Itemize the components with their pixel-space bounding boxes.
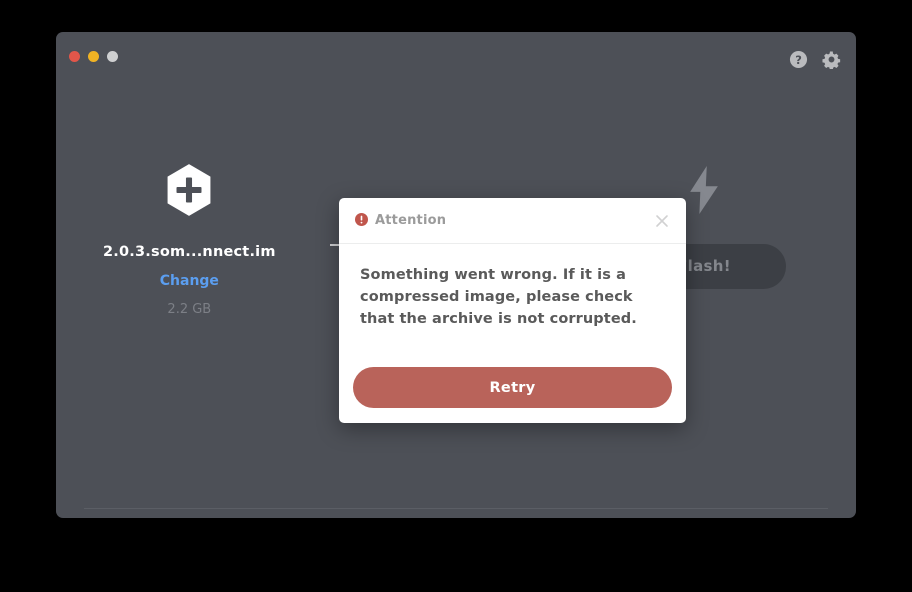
selected-image-name: 2.0.3.som...nnect.im xyxy=(103,244,276,260)
image-size-label: 2.2 GB xyxy=(167,302,212,317)
titlebar-actions: ? xyxy=(789,50,841,70)
footer-divider xyxy=(84,508,828,509)
dialog-title: Attention xyxy=(375,213,447,228)
etcher-app-window: ? 2.0.3.som...nnect.im Change 2.2 GB Fla… xyxy=(56,32,856,518)
dialog-footer: Retry xyxy=(339,367,686,423)
minimize-window-button[interactable] xyxy=(88,51,99,62)
question-mark-circle-icon[interactable]: ? xyxy=(789,50,808,69)
close-window-button[interactable] xyxy=(69,51,80,62)
hexagon-plus-icon xyxy=(56,164,323,216)
maximize-window-button[interactable] xyxy=(107,51,118,62)
dialog-message: Something went wrong. If it is a compres… xyxy=(360,267,637,327)
attention-dialog: Attention Something went wrong. If it is… xyxy=(339,198,686,423)
close-x-icon[interactable] xyxy=(652,211,672,231)
dialog-header: Attention xyxy=(339,198,686,244)
error-exclamation-circle-icon xyxy=(355,211,368,230)
window-titlebar: ? xyxy=(56,32,856,80)
step-select-image[interactable]: 2.0.3.som...nnect.im Change 2.2 GB xyxy=(56,80,323,317)
traffic-light-controls xyxy=(69,51,118,62)
dialog-title-group: Attention xyxy=(355,211,652,230)
gear-icon[interactable] xyxy=(822,50,841,70)
screenshot-stage: ? 2.0.3.som...nnect.im Change 2.2 GB Fla… xyxy=(0,0,912,592)
retry-button[interactable]: Retry xyxy=(353,367,672,408)
svg-text:?: ? xyxy=(795,53,802,67)
change-image-link[interactable]: Change xyxy=(56,273,323,289)
